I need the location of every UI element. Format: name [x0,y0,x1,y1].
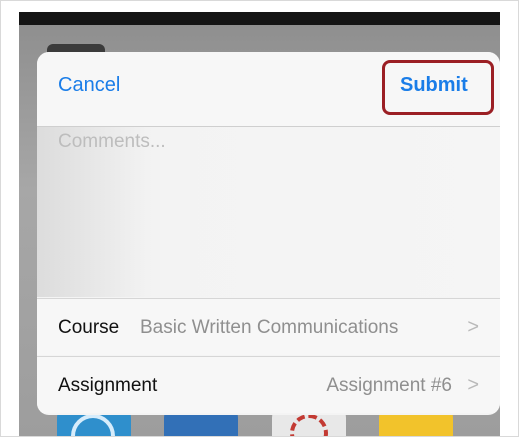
phone-screen: Cancel Submit Course Basic Written Commu… [19,12,500,436]
chevron-right-icon: > [467,316,479,338]
assignment-label: Assignment [58,375,158,396]
assignment-value: Assignment #6 [326,375,452,396]
course-label: Course [58,317,120,338]
course-value: Basic Written Communications [140,317,399,338]
screenshot-frame: Cancel Submit Course Basic Written Commu… [0,0,519,437]
status-bar [19,12,500,25]
chevron-right-icon: > [467,374,479,396]
cancel-button[interactable]: Cancel [58,74,120,97]
comments-area [37,127,500,297]
share-sheet: Cancel Submit Course Basic Written Commu… [37,52,500,415]
comments-input[interactable] [58,131,478,281]
sheet-navigation-bar: Cancel Submit [37,52,500,127]
course-row[interactable]: Course Basic Written Communications > [37,298,500,355]
assignment-row[interactable]: Assignment Assignment #6 > [37,356,500,413]
submit-button[interactable]: Submit [400,74,468,97]
